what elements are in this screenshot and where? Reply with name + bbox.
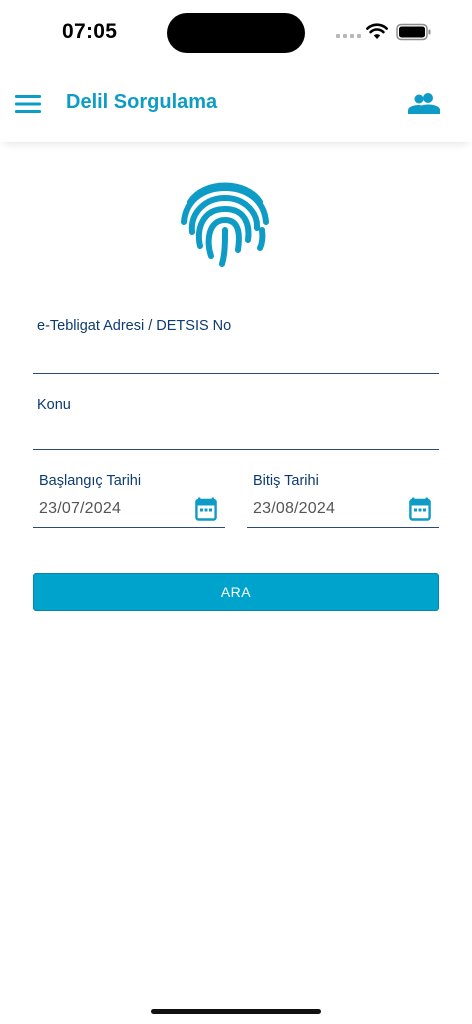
- people-icon[interactable]: [408, 92, 440, 114]
- address-field-label: e-Tebligat Adresi / DETSIS No: [37, 318, 232, 334]
- dynamic-island: [167, 13, 305, 53]
- address-field[interactable]: e-Tebligat Adresi / DETSIS No: [33, 316, 439, 374]
- battery-icon: [396, 23, 431, 41]
- end-date-label: Bitiş Tarihi: [253, 473, 319, 489]
- start-date-field[interactable]: Başlangıç Tarihi 23/07/2024: [33, 471, 225, 528]
- status-time: 07:05: [62, 20, 118, 43]
- cellular-signal-icon: [336, 34, 361, 38]
- wifi-icon: [366, 23, 388, 39]
- end-date-field[interactable]: Bitiş Tarihi 23/08/2024: [247, 471, 439, 528]
- calendar-icon[interactable]: [409, 497, 431, 521]
- status-bar: 07:05: [0, 0, 472, 66]
- calendar-icon[interactable]: [195, 497, 217, 521]
- end-date-underline: [247, 527, 439, 528]
- subject-field-label: Konu: [37, 397, 71, 413]
- start-date-label: Başlangıç Tarihi: [39, 473, 142, 489]
- start-date-value[interactable]: 23/07/2024: [39, 500, 121, 518]
- fingerprint-icon: [181, 182, 269, 267]
- page-title: Delil Sorgulama: [66, 91, 218, 113]
- home-indicator[interactable]: [151, 1009, 321, 1014]
- subject-field-underline: [33, 449, 439, 450]
- subject-field[interactable]: Konu: [33, 395, 439, 450]
- end-date-value[interactable]: 23/08/2024: [253, 500, 335, 518]
- hamburger-menu-icon[interactable]: [15, 94, 41, 114]
- search-button[interactable]: ARA: [33, 573, 439, 611]
- address-field-underline: [33, 373, 439, 374]
- app-header: Delil Sorgulama: [0, 66, 472, 142]
- start-date-underline: [33, 527, 225, 528]
